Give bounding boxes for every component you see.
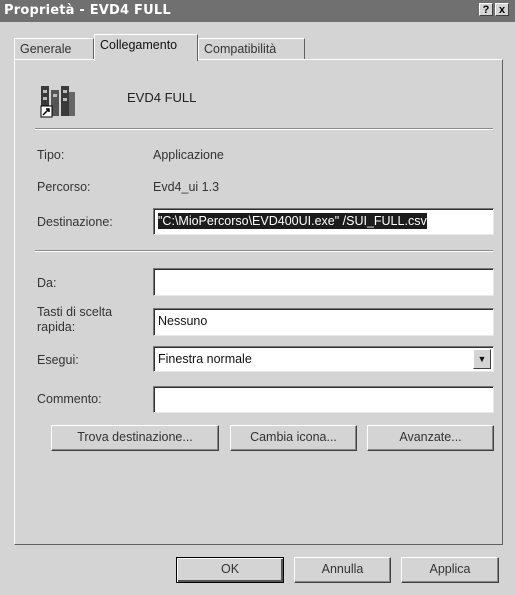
ok-button[interactable]: OK xyxy=(176,557,284,583)
trova-destinazione-button[interactable]: Trova destinazione... xyxy=(51,425,219,451)
percorso-value: Evd4_ui 1.3 xyxy=(153,180,220,194)
commento-label: Commento: xyxy=(37,392,102,406)
commento-field[interactable] xyxy=(153,386,494,413)
tipo-label: Tipo: xyxy=(37,148,65,162)
destinazione-label: Destinazione: xyxy=(37,215,113,229)
destinazione-field[interactable]: "C:\MioPercorso\EVD400UI.exe" /SUI_FULL.… xyxy=(153,208,494,235)
esegui-select[interactable]: Finestra normale ▼ xyxy=(153,346,494,372)
avanzate-button[interactable]: Avanzate... xyxy=(367,425,494,451)
shortcut-name: EVD4 FULL xyxy=(127,90,197,105)
annulla-button[interactable]: Annulla xyxy=(294,557,391,583)
tab-panel-collegamento: EVD4 FULL Tipo: Applicazione Percorso: E… xyxy=(14,59,503,545)
percorso-label: Percorso: xyxy=(37,180,91,194)
application-shortcut-icon xyxy=(40,86,75,118)
tab-collegamento[interactable]: Collegamento xyxy=(94,34,198,61)
esegui-value: Finestra normale xyxy=(158,352,252,366)
help-button[interactable]: ? xyxy=(479,3,493,16)
applica-button[interactable]: Applica xyxy=(401,557,499,583)
window-title: Proprietà - EVD4 FULL xyxy=(4,3,171,18)
tab-compatibilita[interactable]: Compatibilità xyxy=(198,38,305,60)
title-bar: Proprietà - EVD4 FULL ? x xyxy=(0,0,515,22)
tipo-value: Applicazione xyxy=(153,148,224,162)
tasti-field[interactable]: Nessuno xyxy=(153,308,494,336)
close-button[interactable]: x xyxy=(495,3,509,16)
chevron-down-icon[interactable]: ▼ xyxy=(473,349,491,369)
destinazione-value: "C:\MioPercorso\EVD400UI.exe" /SUI_FULL.… xyxy=(158,213,427,229)
da-field[interactable] xyxy=(153,268,494,296)
esegui-label: Esegui: xyxy=(37,353,79,367)
separator xyxy=(35,128,493,130)
tasti-label: Tasti di scelta rapida: xyxy=(37,305,113,334)
tab-generale[interactable]: Generale xyxy=(14,38,94,60)
separator xyxy=(35,250,493,252)
da-label: Da: xyxy=(37,276,57,290)
cambia-icona-button[interactable]: Cambia icona... xyxy=(230,425,357,451)
